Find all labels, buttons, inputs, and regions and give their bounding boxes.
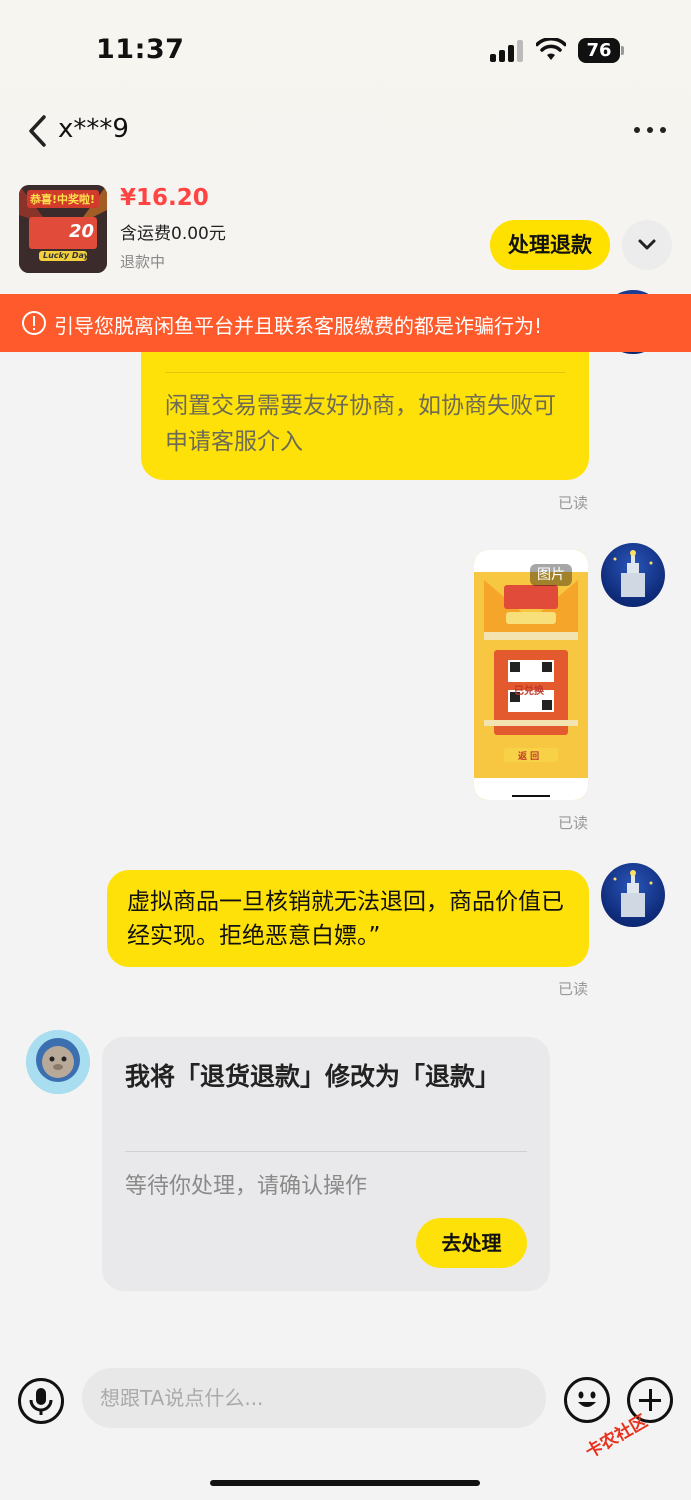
status-time: 11:37 — [96, 34, 185, 65]
product-image-lucky: Lucky Day — [43, 251, 89, 260]
signal-icon — [490, 40, 524, 62]
emoji-icon[interactable] — [564, 1377, 610, 1423]
chat-partner-name: x***9 — [58, 114, 129, 144]
warning-text: 引导您脱离闲鱼平台并且联系客服缴费的都是诈骗行为! — [54, 314, 543, 338]
message-input[interactable] — [82, 1368, 546, 1428]
my-avatar[interactable] — [601, 863, 665, 927]
system-message-title: 我将「退货退款」修改为「退款」 — [125, 1062, 501, 1091]
message-text: 虚拟商品一旦核销就无法退回，商品价值已经实现。拒绝恶意白嫖。” — [127, 889, 564, 949]
building-icon — [613, 550, 653, 597]
warning-icon — [22, 311, 46, 335]
status-bar: 11:37 76 — [0, 0, 691, 100]
card-divider — [165, 372, 565, 373]
battery-level: 76 — [578, 38, 620, 63]
read-receipt: 已读 — [558, 494, 589, 512]
shipping-fee: 含运费0.00元 — [120, 224, 226, 244]
partner-avatar[interactable] — [26, 1030, 90, 1094]
my-avatar[interactable] — [601, 543, 665, 607]
more-options-icon[interactable] — [632, 120, 668, 140]
microphone-icon[interactable] — [18, 1378, 64, 1424]
image-redeemed-label: 已兑换 — [514, 686, 544, 697]
expand-button[interactable] — [622, 220, 672, 270]
back-arrow-icon[interactable] — [26, 114, 52, 148]
refund-status: 退款中 — [120, 253, 166, 271]
handle-refund-button[interactable]: 处理退款 — [490, 220, 610, 270]
seal-icon — [26, 1030, 90, 1094]
building-icon — [613, 870, 653, 917]
wifi-icon — [536, 38, 566, 60]
chevron-down-icon — [638, 239, 656, 250]
product-image-banner: 恭喜!中奖啦! — [30, 193, 96, 206]
product-image-number: 20 — [69, 221, 95, 242]
go-handle-button[interactable]: 去处理 — [416, 1218, 527, 1268]
read-receipt: 已读 — [558, 814, 589, 832]
system-message-subtitle: 等待你处理，请确认操作 — [125, 1174, 368, 1199]
fraud-warning-banner: 引导您脱离闲鱼平台并且联系客服缴费的都是诈骗行为! — [0, 294, 691, 352]
text-message-bubble: 虚拟商品一旦核销就无法退回，商品价值已经实现。拒绝恶意白嫖。” — [107, 870, 589, 967]
card-divider — [125, 1151, 527, 1152]
home-indicator[interactable] — [210, 1480, 480, 1486]
read-receipt: 已读 — [558, 980, 589, 998]
battery-icon: 76 — [578, 38, 624, 63]
image-return-label: 返 回 — [518, 752, 540, 762]
system-message-card: 我将「退货退款」修改为「退款」 等待你处理，请确认操作 去处理 — [102, 1037, 550, 1291]
image-badge: 图片 — [530, 564, 572, 586]
product-price: ¥16.20 — [120, 185, 209, 211]
card-message-text: 闲置交易需要友好协商，如协商失败可申请客服介入 — [165, 393, 556, 455]
image-message[interactable]: 图片 已兑换 返 回 — [474, 550, 588, 800]
product-thumbnail[interactable]: 恭喜!中奖啦! 20 Lucky Day — [19, 185, 107, 273]
